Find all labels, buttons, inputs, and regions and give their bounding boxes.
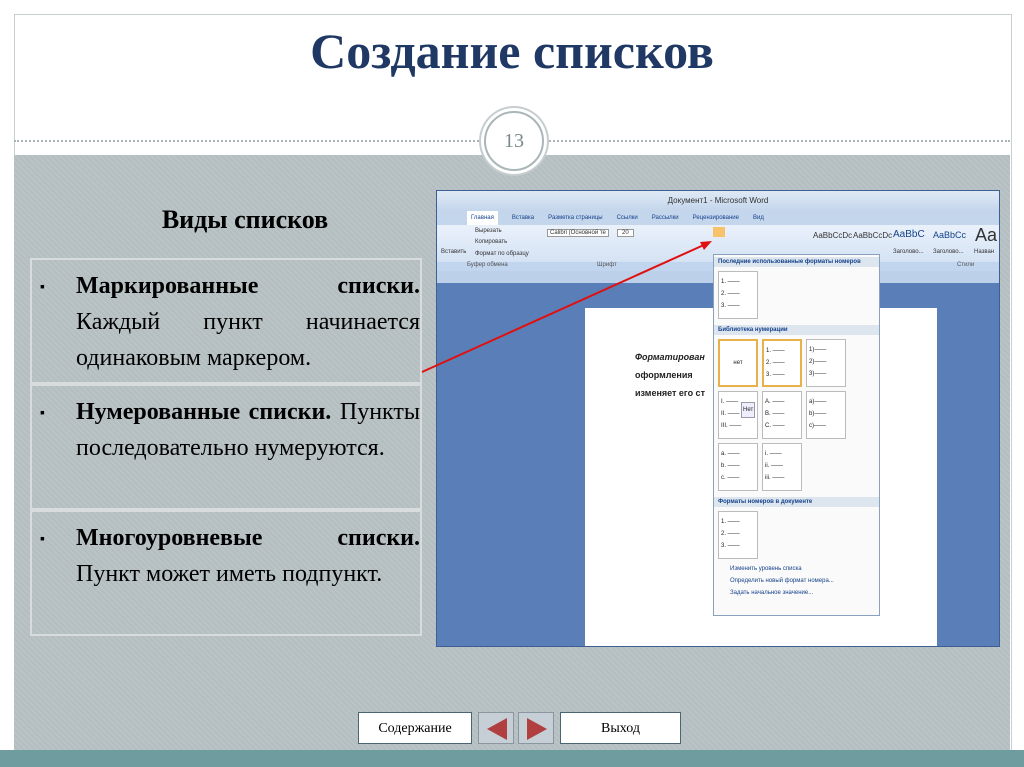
pointer-arrow (421, 241, 712, 373)
bottom-bar (0, 750, 1024, 767)
prev-button[interactable] (478, 712, 514, 744)
arrow-right-icon (527, 718, 547, 740)
next-button[interactable] (518, 712, 554, 744)
arrow-left-icon (487, 718, 507, 740)
contents-button[interactable]: Содержание (358, 712, 472, 744)
exit-button[interactable]: Выход (560, 712, 681, 744)
